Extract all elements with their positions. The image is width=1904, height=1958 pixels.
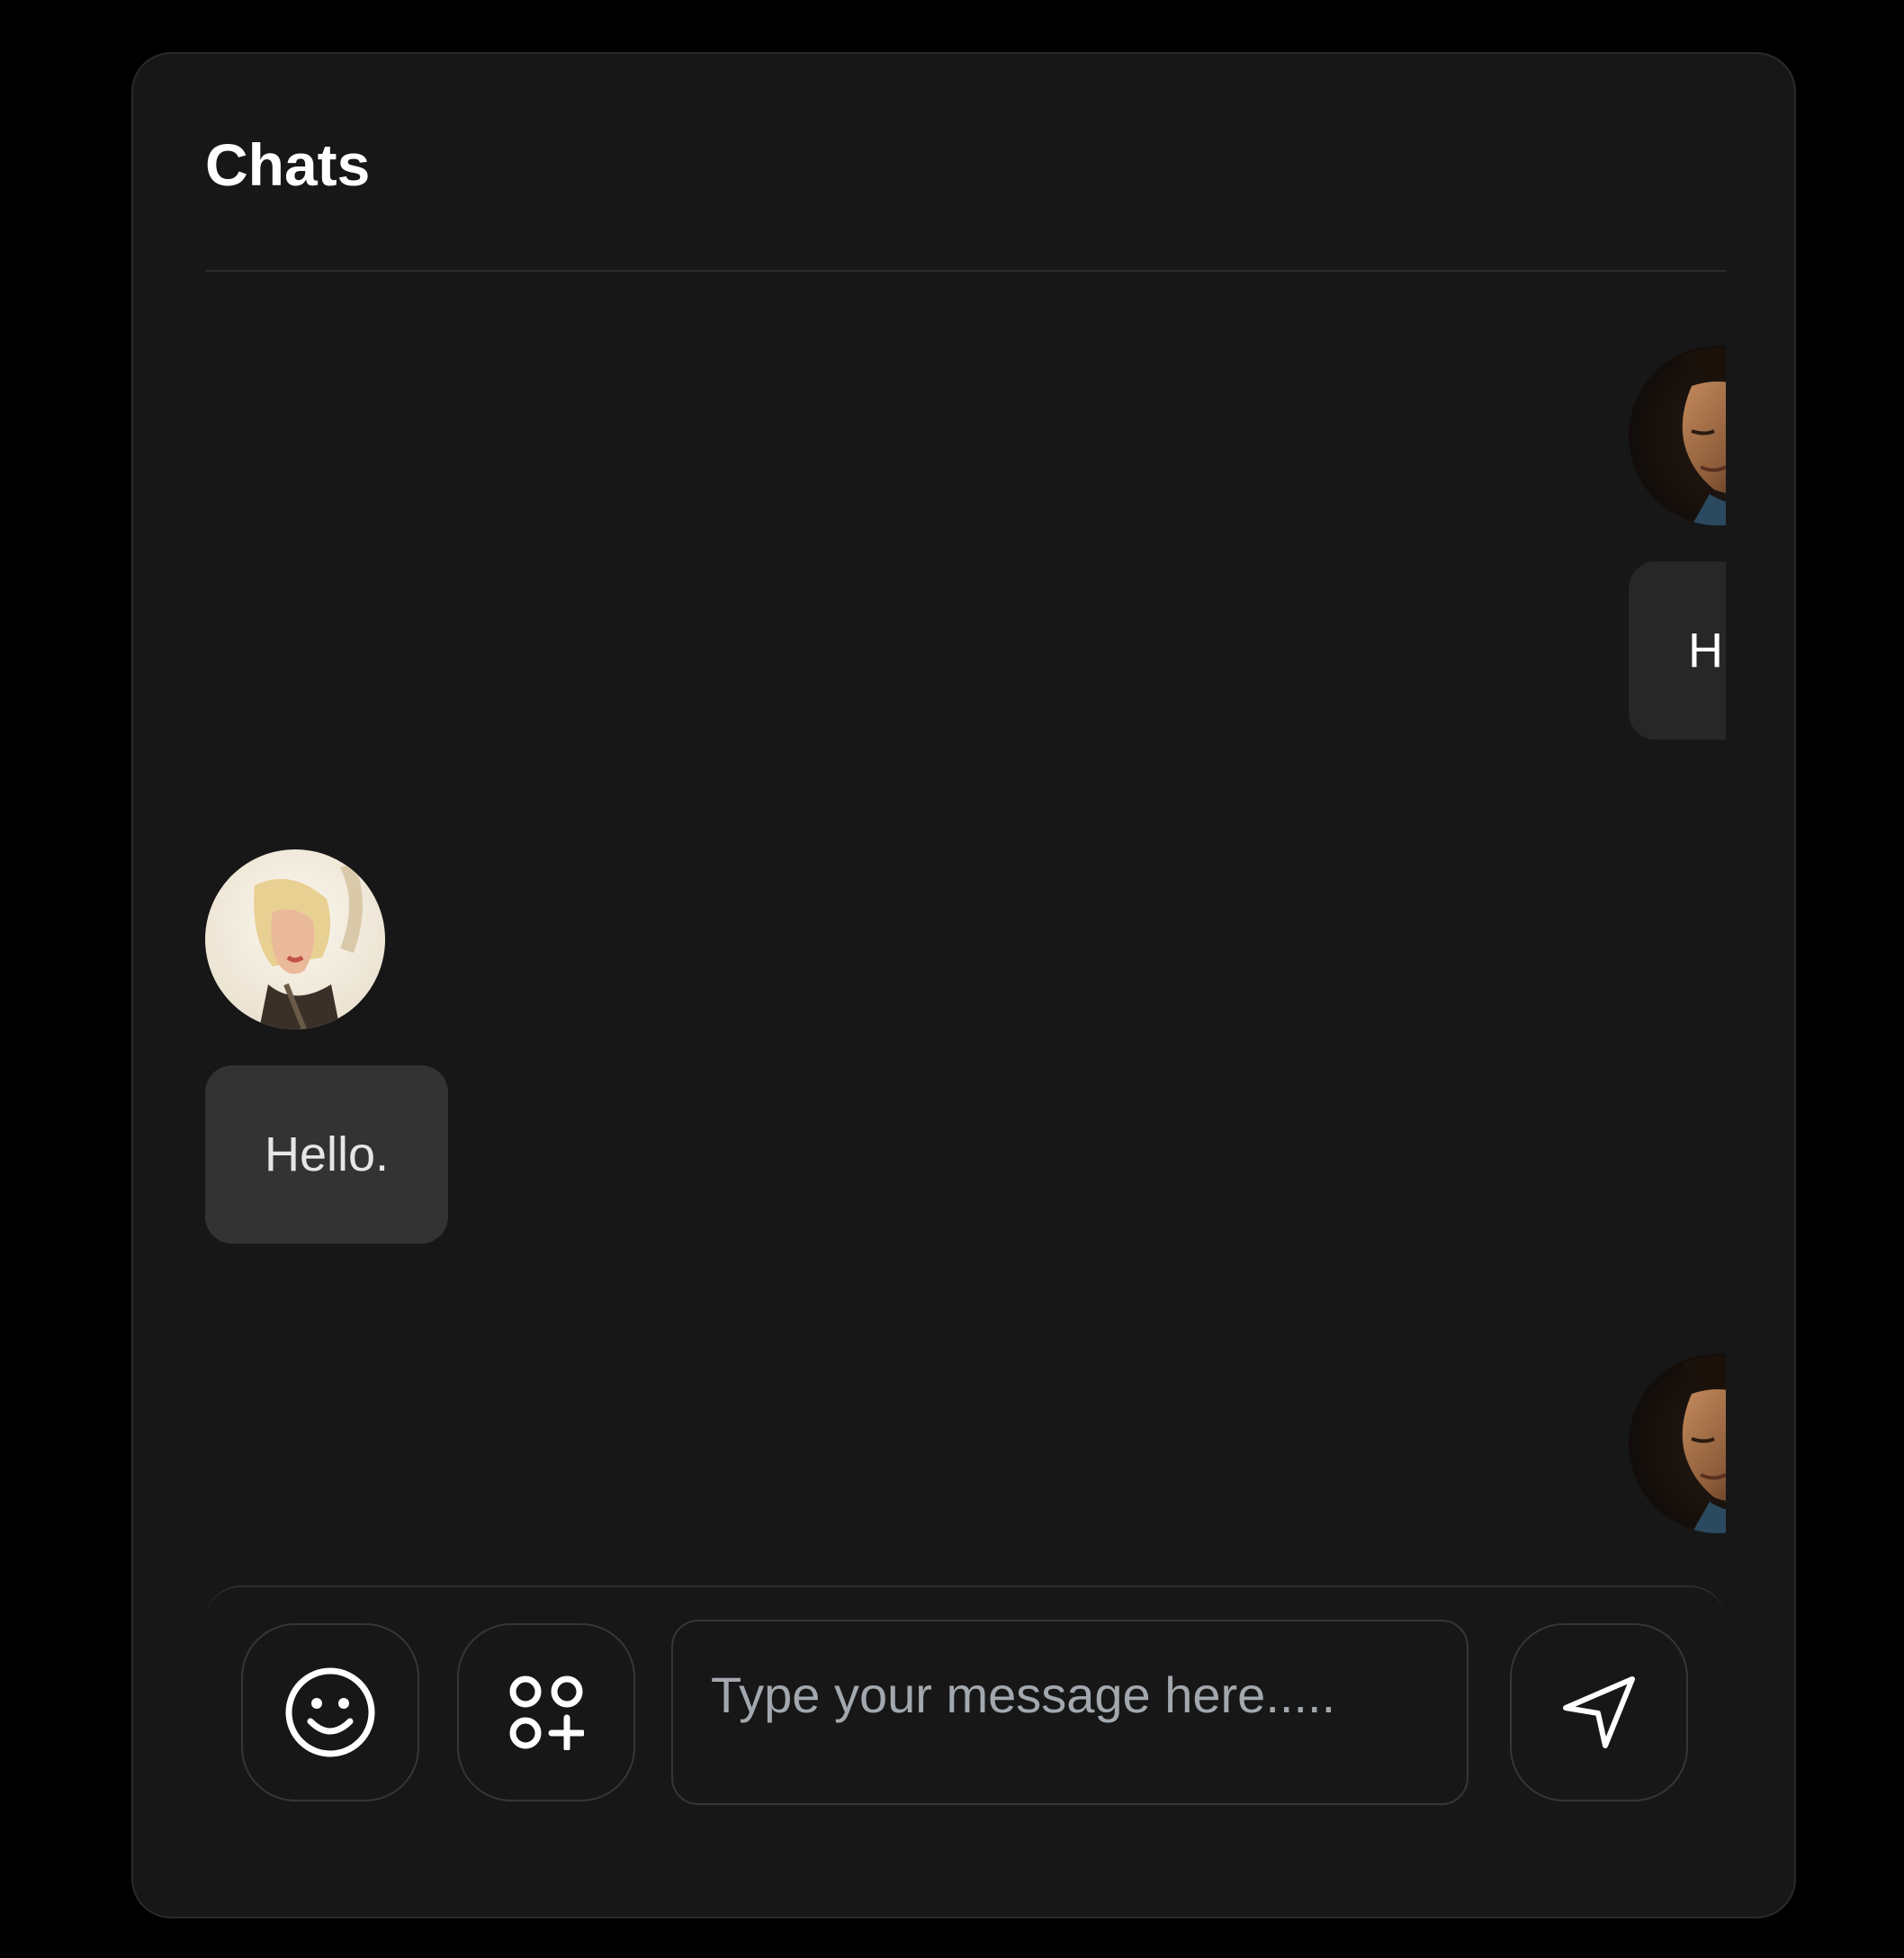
message-input[interactable] (671, 1620, 1468, 1805)
message-text: Hello. (264, 1127, 390, 1181)
message-list[interactable]: Hi. Hello. (205, 290, 1726, 1545)
message-bubble: Hello. (205, 1065, 448, 1244)
attach-button[interactable] (457, 1623, 635, 1801)
message-text: Hi. (1688, 624, 1726, 678)
chat-header: Chats (205, 135, 1726, 272)
emoji-button[interactable] (241, 1623, 419, 1801)
man-avatar-image (1629, 1353, 1726, 1533)
avatar-woman (205, 849, 385, 1029)
man-avatar-image (1629, 346, 1726, 525)
page-title: Chats (205, 131, 371, 198)
message-composer (205, 1585, 1726, 1810)
smiley-icon (285, 1667, 375, 1757)
send-button[interactable] (1510, 1623, 1688, 1801)
send-icon (1563, 1676, 1635, 1748)
chat-panel: Chats H Hello. Type your message here...… (131, 52, 1796, 1918)
avatar-man (1629, 1353, 1726, 1533)
apps-add-icon (509, 1675, 584, 1750)
woman-avatar-image (205, 849, 385, 1029)
message-bubble: Hi. (1629, 561, 1726, 740)
avatar-man (1629, 346, 1726, 525)
